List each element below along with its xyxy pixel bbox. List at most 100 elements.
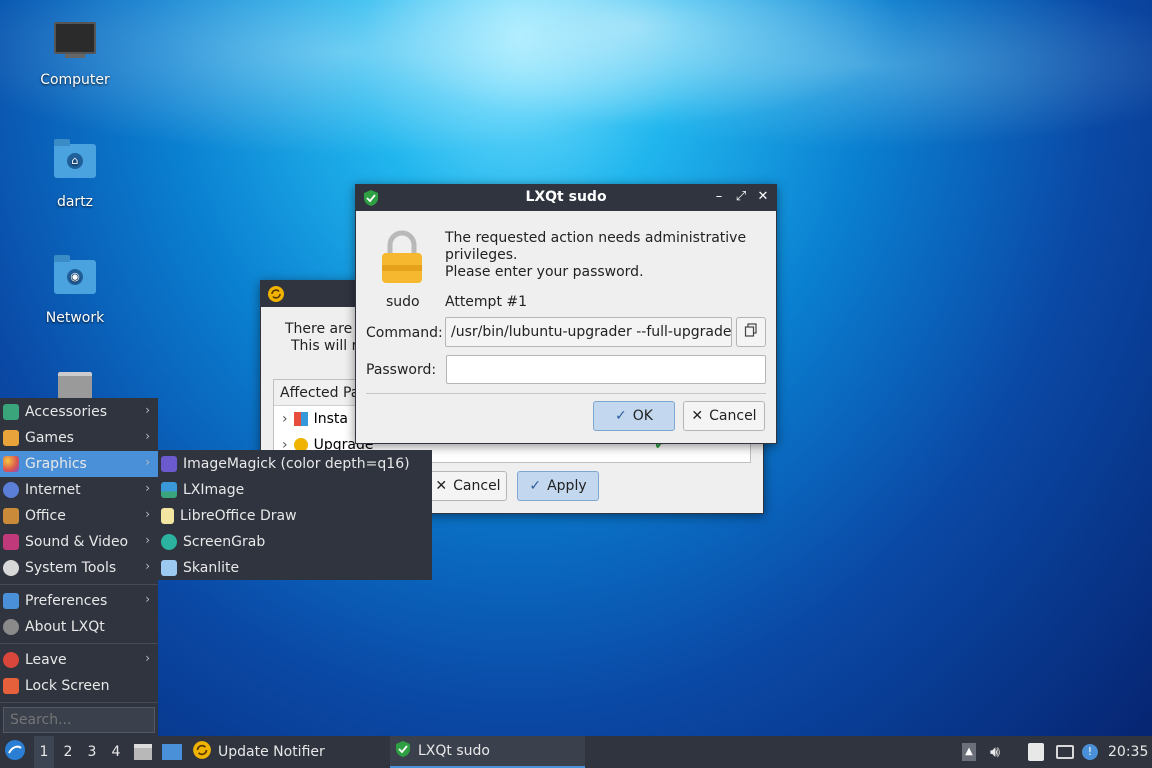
chevron-right-icon: › [145,403,150,417]
network-tray[interactable] [1056,736,1078,768]
menu-item-label: Sound & Video [25,534,129,550]
menu-item-label: Internet [25,482,81,498]
volume-control[interactable]: 🔊︎ [990,736,1012,768]
menu-item-system-tools[interactable]: System Tools › [0,555,158,581]
tray-show-more-button[interactable]: ▲ [962,736,982,768]
command-label: Command: [366,325,443,341]
start-menu-button[interactable] [4,736,28,768]
file-manager-icon [134,744,152,760]
menu-item-label: Games [25,430,74,446]
speaker-icon: 🔊︎ [990,742,1001,761]
menu-item-label: Lock Screen [25,678,110,694]
button-label: Apply [547,478,587,494]
desktop-icon-computer[interactable]: Computer [20,22,130,88]
button-label: Cancel [709,408,757,424]
update-message-line2: This will r [291,338,358,354]
menu-item-label: Leave [25,652,67,668]
imagemagick-icon [161,456,177,472]
menu-item-label: ScreenGrab [183,534,266,550]
about-icon [3,619,19,635]
menu-item-label: ImageMagick (color depth=q16) [183,456,410,472]
menu-item-label: LXImage [183,482,245,498]
sudo-titlebar[interactable]: LXQt sudo – ⤢ ✕ [356,185,776,211]
workspace-1[interactable]: 1 [34,736,54,768]
close-icon[interactable]: ✕ [754,188,772,206]
task-update-notifier[interactable]: Update Notifier [192,736,382,768]
maximize-icon[interactable]: ⤢ [732,188,750,206]
chevron-right-icon: › [145,559,150,573]
update-tray[interactable]: ! [1082,736,1104,768]
menu-item-preferences[interactable]: Preferences › [0,588,158,614]
workspace-4[interactable]: 4 [106,736,126,768]
check-icon: ✓ [529,478,542,494]
copy-command-button[interactable] [736,317,766,347]
command-field[interactable]: /usr/bin/lubuntu-upgrader --full-upgrade [445,317,732,347]
chevron-right-icon: › [145,507,150,521]
show-desktop-icon [162,744,182,760]
button-label: OK [632,408,653,424]
menu-item-label: Office [25,508,66,524]
update-notifier-icon [192,740,212,764]
lximage-icon [161,482,177,498]
submenu-item-skanlite[interactable]: Skanlite [158,555,432,581]
password-input[interactable] [446,355,766,384]
workspace-2[interactable]: 2 [58,736,78,768]
games-icon [3,430,19,446]
check-icon: ✓ [615,408,627,424]
sudo-dialog: LXQt sudo – ⤢ ✕ sudo The requested actio… [355,184,777,444]
menu-item-leave[interactable]: Leave › [0,647,158,673]
menu-item-office[interactable]: Office › [0,503,158,529]
update-cancel-button[interactable]: ✕ Cancel [429,471,507,501]
menu-search-input[interactable] [3,707,155,733]
ok-button[interactable]: ✓ OK [593,401,675,431]
workspace-3[interactable]: 3 [82,736,102,768]
system-tools-icon [3,560,19,576]
submenu-item-imagemagick[interactable]: ImageMagick (color depth=q16) [158,451,432,477]
menu-item-about[interactable]: About LXQt [0,614,158,640]
desktop-icon-network[interactable]: ◉ Network [20,255,130,326]
file-manager-launcher[interactable] [134,736,156,768]
close-icon: ✕ [435,478,448,494]
show-desktop-launcher[interactable] [162,736,184,768]
menu-item-lock-screen[interactable]: Lock Screen [0,673,158,699]
update-alert-icon: ! [1082,744,1098,760]
padlock-icon [378,229,426,285]
clipboard-tray[interactable] [1028,736,1050,768]
menu-item-sound-video[interactable]: Sound & Video › [0,529,158,555]
attempt-label: Attempt #1 [445,294,528,310]
message-line: The requested action needs administrativ… [445,230,747,246]
network-folder-icon: ◉ [53,255,97,304]
submenu-item-lximage[interactable]: LXImage [158,477,432,503]
password-label: Password: [366,362,437,378]
task-lxqt-sudo[interactable]: LXQt sudo [390,736,585,768]
menu-item-label: Graphics [25,456,87,472]
menu-item-internet[interactable]: Internet › [0,477,158,503]
skanlite-icon [161,560,177,576]
preferences-icon [3,593,19,609]
menu-separator [0,643,158,644]
desktop-icon-home[interactable]: ⌂ dartz [20,139,130,210]
message-line: Please enter your password. [445,264,644,280]
menu-item-accessories[interactable]: Accessories › [0,399,158,425]
button-label: Cancel [453,478,501,494]
cancel-button[interactable]: ✕ Cancel [683,401,765,431]
menu-item-games[interactable]: Games › [0,425,158,451]
libreoffice-draw-icon [161,508,174,524]
graphics-submenu: ImageMagick (color depth=q16) LXImage Li… [158,450,432,580]
chevron-right-icon[interactable]: › [282,411,288,427]
apply-button[interactable]: ✓ Apply [517,471,599,501]
desktop-icon-label: Computer [40,72,110,88]
submenu-item-screengrab[interactable]: ScreenGrab [158,529,432,555]
graphics-icon [3,456,19,472]
menu-item-graphics[interactable]: Graphics › [0,451,158,477]
lock-icon [3,678,19,694]
chevron-right-icon: › [145,481,150,495]
clock[interactable]: 20:35 [1108,736,1150,768]
chevron-right-icon: › [145,429,150,443]
row-label: Insta [313,411,348,427]
clipboard-icon [1028,743,1044,761]
update-message-line1: There are u [285,321,366,337]
taskbar: 1 2 3 4 Update Notifier LXQt sudo ▲ 🔊︎ !… [0,736,1152,768]
minimize-icon[interactable]: – [710,188,728,206]
submenu-item-libreoffice-draw[interactable]: LibreOffice Draw [158,503,432,529]
